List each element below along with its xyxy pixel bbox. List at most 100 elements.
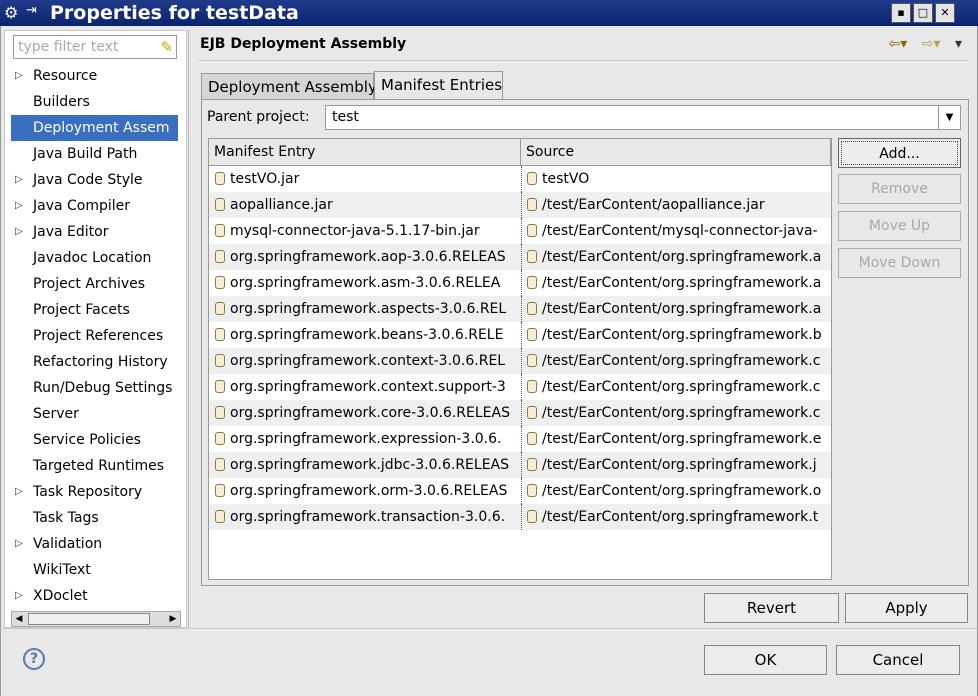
move-down-button[interactable]: Move Down	[838, 248, 961, 278]
source-text: /test/EarContent/org.springframework.c	[542, 405, 821, 421]
scroll-left-icon[interactable]: ◀	[12, 612, 26, 626]
table-row[interactable]: org.springframework.aspects-3.0.6.REL/te…	[209, 296, 831, 322]
manifest-entry-cell: org.springframework.context.support-3	[209, 374, 521, 400]
table-header: Manifest Entry Source	[209, 139, 831, 166]
tab-manifest-entries[interactable]: Manifest Entries	[374, 71, 503, 99]
tree-item-label: Project Facets	[33, 302, 130, 318]
parent-project-label: Parent project:	[207, 109, 310, 125]
filter-input[interactable]: type filter text ✎	[13, 35, 177, 59]
pane-splitter[interactable]	[188, 30, 189, 628]
tree-item[interactable]: Java Build Path	[5, 141, 186, 167]
table-row[interactable]: org.springframework.aop-3.0.6.RELEAS/tes…	[209, 244, 831, 270]
maximize-button[interactable]: □	[913, 3, 933, 23]
tree-item[interactable]: Builders	[5, 89, 186, 115]
chevron-down-icon[interactable]: ▼	[938, 106, 960, 129]
tree-item[interactable]: ▷ Java Compiler	[5, 193, 186, 219]
tree-item[interactable]: ▷ Java Code Style	[5, 167, 186, 193]
table-row[interactable]: org.springframework.context-3.0.6.REL/te…	[209, 348, 831, 374]
tree-item-label: Java Compiler	[33, 198, 131, 214]
tab-deployment-assembly[interactable]: Deployment Assembly	[201, 73, 377, 99]
tree-item[interactable]: Project Facets	[5, 297, 186, 323]
table-row[interactable]: testVO.jar testVO	[209, 166, 831, 192]
expand-arrow-icon[interactable]: ▷	[15, 219, 23, 245]
window-title: Properties for testData	[50, 2, 299, 24]
manifest-entry-text: org.springframework.expression-3.0.6.	[230, 431, 502, 447]
horizontal-scrollbar[interactable]: ◀ ▶	[11, 611, 181, 627]
system-menu-icon[interactable]: ⚙	[4, 4, 22, 22]
tree-item[interactable]: Run/Debug Settings	[5, 375, 186, 401]
tree-item[interactable]: ▷ Java Editor	[5, 219, 186, 245]
remove-button[interactable]: Remove	[838, 174, 961, 204]
cancel-button[interactable]: Cancel	[836, 645, 960, 675]
source-text: /test/EarContent/org.springframework.c	[542, 379, 821, 395]
parent-project-select[interactable]: test ▼	[325, 105, 961, 130]
view-menu-icon[interactable]: ▾	[955, 36, 962, 52]
table-row[interactable]: org.springframework.jdbc-3.0.6.RELEAS/te…	[209, 452, 831, 478]
tree-item[interactable]: ▷ Validation	[5, 531, 186, 557]
pin-icon[interactable]: ⇥	[26, 3, 37, 18]
scroll-right-icon[interactable]: ▶	[166, 612, 180, 626]
expand-arrow-icon[interactable]: ▷	[15, 583, 23, 609]
move-up-button[interactable]: Move Up	[838, 211, 961, 241]
source-cell: /test/EarContent/aopalliance.jar	[521, 192, 831, 218]
expand-arrow-icon[interactable]: ▷	[15, 479, 23, 505]
tree-item[interactable]: Server	[5, 401, 186, 427]
jar-icon	[215, 458, 225, 471]
minimize-button[interactable]: ▪	[891, 3, 911, 23]
tree-item[interactable]: ▷ Resource	[5, 63, 186, 89]
tree-item[interactable]: Service Policies	[5, 427, 186, 453]
manifest-entry-cell: org.springframework.beans-3.0.6.RELE	[209, 322, 521, 348]
table-row[interactable]: org.springframework.asm-3.0.6.RELEA/test…	[209, 270, 831, 296]
expand-arrow-icon[interactable]: ▷	[15, 193, 23, 219]
jar-icon	[527, 354, 537, 367]
table-row[interactable]: org.springframework.beans-3.0.6.RELE/tes…	[209, 322, 831, 348]
tree-item[interactable]: Task Tags	[5, 505, 186, 531]
tree-item[interactable]: ▷ XDoclet	[5, 583, 186, 609]
title-bar: ⚙ ⇥ Properties for testData ▪ □ ✕	[0, 0, 978, 26]
table-row[interactable]: org.springframework.context.support-3/te…	[209, 374, 831, 400]
apply-button[interactable]: Apply	[845, 593, 968, 623]
tree-item[interactable]: Refactoring History	[5, 349, 186, 375]
tree-item[interactable]: Targeted Runtimes	[5, 453, 186, 479]
table-row[interactable]: org.springframework.transaction-3.0.6. /t…	[209, 504, 831, 530]
tree-item-label: Project Archives	[33, 276, 146, 292]
tree-item[interactable]: ▷ Task Repository	[5, 479, 186, 505]
table-row[interactable]: org.springframework.expression-3.0.6. /te…	[209, 426, 831, 452]
column-header-source[interactable]: Source	[521, 139, 831, 165]
tree-item[interactable]: Javadoc Location	[5, 245, 186, 271]
jar-icon	[215, 172, 225, 185]
table-row[interactable]: org.springframework.orm-3.0.6.RELEAS/tes…	[209, 478, 831, 504]
scrollbar-thumb[interactable]	[28, 613, 150, 625]
add-button[interactable]: Add...	[838, 138, 961, 168]
jar-icon	[527, 406, 537, 419]
tree-item[interactable]: Project Archives	[5, 271, 186, 297]
close-button[interactable]: ✕	[935, 3, 955, 23]
ok-button[interactable]: OK	[704, 645, 827, 675]
table-row[interactable]: mysql-connector-java-5.1.17-bin.jar/test…	[209, 218, 831, 244]
source-cell: /test/EarContent/org.springframework.a	[521, 270, 831, 296]
manifest-entry-cell: org.springframework.aspects-3.0.6.REL	[209, 296, 521, 322]
source-text: /test/EarContent/org.springframework.e	[542, 431, 822, 447]
source-text: /test/EarContent/mysql-connector-java-	[542, 223, 818, 239]
tree-item-label: Deployment Assem	[11, 115, 178, 141]
clear-filter-icon[interactable]: ✎	[160, 38, 173, 56]
jar-icon	[215, 484, 225, 497]
expand-arrow-icon[interactable]: ▷	[15, 167, 23, 193]
jar-icon	[527, 458, 537, 471]
revert-button[interactable]: Revert	[704, 593, 839, 623]
source-text: /test/EarContent/org.springframework.a	[542, 301, 822, 317]
source-cell: /test/EarContent/org.springframework.o	[521, 478, 831, 504]
tree-item[interactable]: Deployment Assem	[5, 115, 186, 141]
source-text: /test/EarContent/org.springframework.a	[542, 275, 822, 291]
help-icon[interactable]: ?	[23, 648, 45, 670]
table-row[interactable]: aopalliance.jar/test/EarContent/aopallia…	[209, 192, 831, 218]
source-text: /test/EarContent/org.springframework.a	[542, 249, 822, 265]
expand-arrow-icon[interactable]: ▷	[15, 63, 23, 89]
tree-item[interactable]: Project References	[5, 323, 186, 349]
expand-arrow-icon[interactable]: ▷	[15, 531, 23, 557]
back-arrow-icon[interactable]: ⇦▾	[889, 36, 908, 52]
table-row[interactable]: org.springframework.core-3.0.6.RELEAS/te…	[209, 400, 831, 426]
forward-arrow-icon[interactable]: ⇨▾	[922, 36, 941, 52]
tree-item[interactable]: WikiText	[5, 557, 186, 583]
column-header-manifest-entry[interactable]: Manifest Entry	[209, 139, 521, 165]
